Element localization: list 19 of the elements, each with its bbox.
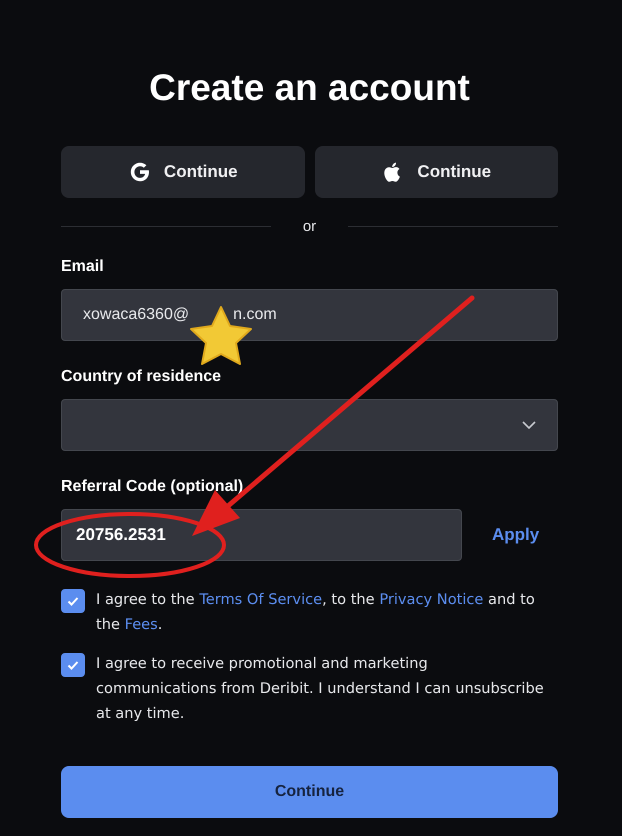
field-label: Country of residence xyxy=(61,367,222,387)
checkbox[interactable] xyxy=(61,589,85,613)
google-continue-button[interactable]: Continue xyxy=(61,146,304,198)
policy-link[interactable]: Fees xyxy=(124,616,158,633)
divider-text: or xyxy=(302,218,318,235)
email-field[interactable]: xowaca6360@ n.com xyxy=(61,289,558,341)
policy-link[interactable]: Terms Of Service xyxy=(199,591,322,608)
chevron-down-icon xyxy=(522,421,536,429)
apply-link[interactable]: Apply xyxy=(492,525,540,545)
field-label: Referral Code (optional) xyxy=(61,477,244,497)
continue-button[interactable]: Continue xyxy=(61,766,558,818)
page-title: Create an account xyxy=(148,66,471,110)
apple-continue-button[interactable]: Continue xyxy=(314,146,558,198)
field-label: Email xyxy=(61,257,105,277)
referral-code-field[interactable]: 20756.2531 xyxy=(61,509,462,561)
policy-link[interactable]: Privacy Notice xyxy=(379,591,484,608)
agreement-text: I agree to receive promotional and marketing communications from Deribit. I understand I can unsubscribe at any time. xyxy=(96,654,545,724)
agreement-text: I agree to the Terms Of Service, to the Privacy Notice and to the Fees. xyxy=(96,590,536,635)
checkbox[interactable] xyxy=(61,653,85,677)
